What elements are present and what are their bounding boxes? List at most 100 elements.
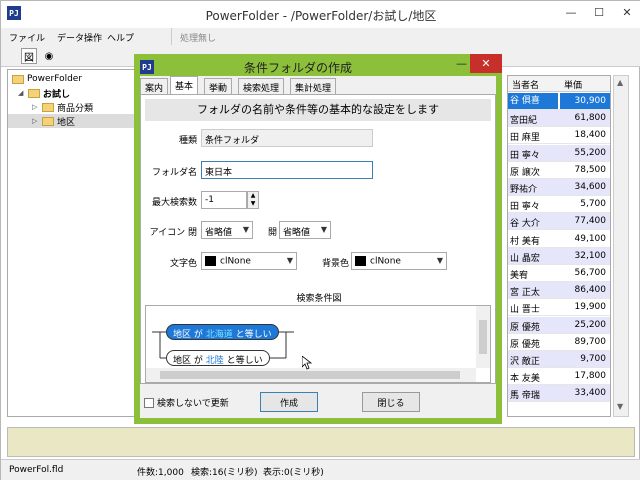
cell-name: 沢 敵正 <box>510 357 540 367</box>
maximize-button[interactable]: ☐ <box>585 1 613 23</box>
text-color-label: 文字色 <box>169 259 197 269</box>
folder-tree[interactable]: PowerFolder ◢ お試し ▷ 商品分類 ▷ 地区 <box>7 69 135 417</box>
checkbox-box[interactable] <box>144 397 154 408</box>
cell-price: 78,500 <box>574 164 607 175</box>
cell-price: 32,100 <box>574 250 607 261</box>
menu-data[interactable]: データ操作 <box>57 31 102 44</box>
eye-icon[interactable]: ◉ <box>41 48 57 64</box>
scroll-down-icon[interactable]: ▼ <box>617 402 623 411</box>
tab-aggregate-processing[interactable]: 集計処理 <box>290 78 337 94</box>
cell-name: 野祐介 <box>510 185 538 195</box>
processing-status: 処理無し <box>180 34 217 44</box>
expand-icon[interactable]: ▷ <box>32 117 40 125</box>
search-condition-diagram[interactable]: 地区 が 北海道 と等しい 地区 が 北陸 と等しい <box>145 305 491 383</box>
icon-open-select[interactable]: 省略値 ▼ <box>279 221 331 239</box>
max-search-label: 最大検索数 <box>151 198 197 208</box>
table-row[interactable]: 野祐介 34,600 <box>508 179 610 196</box>
table-row[interactable]: 山 晋士 19,900 <box>508 299 610 317</box>
table-row[interactable]: 田 麻里 18,400 <box>508 127 610 145</box>
window-title: PowerFolder - /PowerFolder/お試し/地区 <box>205 9 437 23</box>
cell-price: 19,900 <box>574 302 607 313</box>
cell-name: 原 優苑 <box>510 339 540 350</box>
column-header-name[interactable]: 当者名 <box>512 78 539 91</box>
scroll-thumb[interactable] <box>479 320 487 354</box>
cell-name: 田 寧々 <box>510 150 540 161</box>
folder-icon <box>42 102 54 112</box>
table-scrollbar[interactable]: ▲ ▼ <box>613 75 629 417</box>
menu-help[interactable]: ヘルプ <box>107 31 134 44</box>
table-row[interactable]: 原 譲次 78,500 <box>508 162 610 179</box>
cell-price: 33,400 <box>574 388 607 399</box>
table-row[interactable]: 谷 大介 77,400 <box>508 213 610 231</box>
column-header-price[interactable]: 単価 <box>564 78 582 91</box>
cell-price: 56,700 <box>574 268 607 278</box>
cell-price: 61,800 <box>574 113 607 124</box>
cell-price: 77,400 <box>574 216 607 227</box>
menu-file[interactable]: ファイル <box>9 31 45 44</box>
cell-name: 山 晋士 <box>510 305 540 316</box>
expand-icon[interactable]: ▷ <box>32 103 40 111</box>
tab-behavior[interactable]: 挙動 <box>204 78 233 94</box>
max-search-stepper[interactable]: ▲ ▼ <box>247 191 259 209</box>
table-row[interactable]: 山 晶宏 32,100 <box>508 247 610 265</box>
table-row[interactable]: 田 寧々 5,700 <box>508 196 610 214</box>
scroll-up-icon[interactable]: ▲ <box>617 78 623 87</box>
table-row[interactable]: 馬 帝瑞 33,400 <box>508 385 610 403</box>
table-row[interactable]: 谷 俱喜 30,900 <box>508 93 610 110</box>
tab-basic[interactable]: 基本 <box>170 76 199 95</box>
tree-item-shohin-bunrui[interactable]: ▷ 商品分類 <box>32 100 93 114</box>
diagram-vertical-scrollbar[interactable] <box>476 306 490 368</box>
cell-name: 美宥 <box>510 271 529 281</box>
tab-search-processing[interactable]: 検索処理 <box>238 78 285 94</box>
cell-name: 山 晶宏 <box>510 253 540 264</box>
chevron-down-icon: ▼ <box>286 256 293 265</box>
diagram-view-button[interactable]: 図 <box>21 48 37 64</box>
cell-price: 25,200 <box>574 319 607 330</box>
table-row[interactable]: 宮 正太 86,400 <box>508 282 610 300</box>
close-button[interactable]: ✕ <box>613 1 640 23</box>
condition-node[interactable]: 地区 が 北陸 と等しい <box>166 350 270 366</box>
minimize-button[interactable]: — <box>557 1 585 23</box>
table-row[interactable]: 沢 敵正 9,700 <box>508 351 610 368</box>
scroll-thumb[interactable] <box>160 371 460 379</box>
tree-item-powerfolder[interactable]: PowerFolder <box>12 72 82 86</box>
table-row[interactable]: 村 美有 49,100 <box>508 231 610 248</box>
cell-name: 原 優苑 <box>510 322 540 333</box>
table-row[interactable]: 美宥 56,700 <box>508 265 610 282</box>
dialog-minimize-button[interactable]: — <box>456 57 467 70</box>
icon-closed-select[interactable]: 省略値 ▼ <box>201 221 253 239</box>
cell-name: 馬 帝瑞 <box>510 391 540 402</box>
tab-guide[interactable]: 案内 <box>140 78 169 94</box>
tree-item-chiku[interactable]: ▷ 地区 <box>8 114 134 128</box>
diagram-horizontal-scrollbar[interactable] <box>146 368 476 382</box>
data-table[interactable]: 当者名 単価 谷 俱喜 30,900 宮田紀 61,800 田 麻里 18,400 田 寧々… <box>507 75 611 417</box>
cell-price: 49,100 <box>574 233 607 244</box>
table-row[interactable]: 本 友美 17,800 <box>508 368 610 386</box>
create-button[interactable]: 作成 <box>260 392 318 412</box>
bg-color-select[interactable]: clNone ▼ <box>351 252 447 270</box>
folder-icon <box>12 74 24 84</box>
folder-name-input[interactable]: 東日本 <box>201 161 373 179</box>
cell-price: 30,900 <box>560 93 610 109</box>
status-file: PowerFol.fld <box>9 465 64 475</box>
text-color-select[interactable]: clNone ▼ <box>201 252 297 270</box>
table-row[interactable]: 原 優苑 89,700 <box>508 334 610 351</box>
condition-node[interactable]: 地区 が 北海道 と等しい <box>166 324 279 340</box>
cell-name: 村 美有 <box>510 236 540 247</box>
cell-name: 宮田紀 <box>510 116 538 127</box>
status-display-time: 表示:0(ミリ秒) <box>263 468 324 478</box>
search-condition-diagram-label: 検索条件図 <box>296 294 342 304</box>
main-titlebar: PJ PowerFolder - /PowerFolder/お試し/地区 — ☐… <box>1 1 640 28</box>
update-without-search-checkbox[interactable]: 検索しないで更新 <box>144 396 229 409</box>
table-row[interactable]: 原 優苑 25,200 <box>508 316 610 334</box>
table-row[interactable]: 宮田紀 61,800 <box>508 110 610 128</box>
dialog-close-button[interactable]: ✕ <box>470 54 502 73</box>
close-dialog-button[interactable]: 閉じる <box>362 392 420 412</box>
expand-icon[interactable]: ◢ <box>18 89 26 97</box>
cell-name: 谷 大介 <box>510 219 540 230</box>
table-row[interactable]: 田 寧々 55,200 <box>508 144 610 162</box>
max-search-input[interactable]: -1 <box>201 191 247 209</box>
tree-item-otameshi[interactable]: ◢ お試し <box>18 86 70 100</box>
chevron-down-icon: ▼ <box>436 256 443 265</box>
dialog-footer: 検索しないで更新 作成 閉じる <box>140 386 496 418</box>
